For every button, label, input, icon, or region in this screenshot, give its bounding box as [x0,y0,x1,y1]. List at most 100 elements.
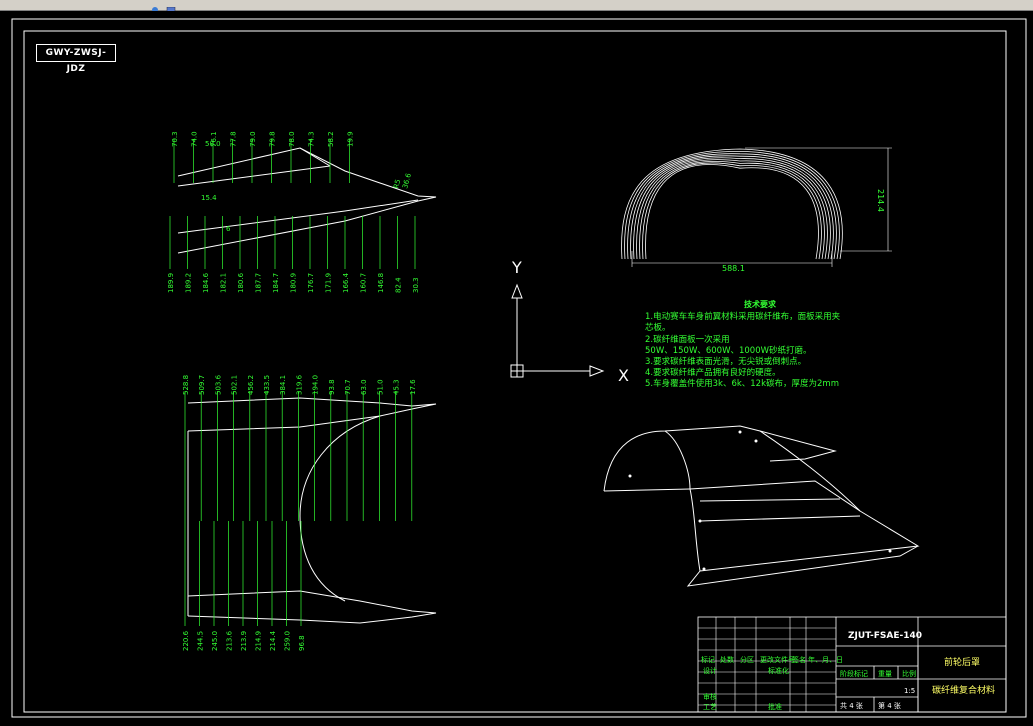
tech-req-heading: 技术要求 [744,300,776,309]
tb-header-5: 年、月、日 [808,655,843,664]
side-bottom-label: 184.7 [272,273,280,293]
drawing-canvas[interactable]: 70.3 74.0 76.1 77.8 79.0 79.8 78.0 74.3 58.2 19.9… [0,11,1033,722]
side-top-label: 58.2 [327,131,335,147]
plan-bottom-label: 213.9 [240,631,248,651]
tech-req-line: 1.电动赛车车身前翼材料采用碳纤维布，面板采用夹 [645,312,841,323]
side-bottom-label: 176.7 [307,273,315,293]
plan-bottom-labels: 220.6 244.5 245.0 213.6 213.9 214.9 214.4 259.0… [182,630,306,651]
side-bottom-label: 160.7 [360,273,368,293]
side-bottom-label: 180.6 [237,272,245,293]
plan-top-label: 319.6 [295,374,303,395]
plan-top-label: 503.6 [214,374,222,395]
side-top-label: 78.0 [288,131,296,147]
plan-bottom-label: 214.9 [255,631,263,651]
tb-header-2: 分区 [740,655,754,664]
tb-sheet-no: 第 4 张 [878,701,901,710]
side-top-label: 70.3 [171,131,179,147]
side-top-label: 19.9 [347,131,355,147]
front-width-label: 588.1 [722,264,745,273]
plan-bottom-label: 96.8 [298,635,306,651]
plan-top-label: 45.3 [393,379,401,395]
isometric-view [603,425,920,587]
side-bottom-label: 180.9 [290,273,298,293]
plan-bottom-label: 259.0 [284,631,292,651]
side-bottom-label: 184.6 [202,272,210,293]
side-top-label: 74.0 [191,131,199,147]
title-block-text: ZJUT-FSAE-140 前轮后罩 碳纤维复合材料 阶段标记 重量 比例 1:… [701,631,995,711]
technical-requirements: 技术要求 1.电动赛车车身前翼材料采用碳纤维布，面板采用夹 芯板。 2.碳纤维面… [645,299,875,391]
tech-req-line: 2.碳纤维面板一次采用 [645,334,730,345]
drawing-sheet: 70.3 74.0 76.1 77.8 79.0 79.8 78.0 74.3 58.2 19.9… [11,18,1027,718]
side-top-labels: 70.3 74.0 76.1 77.8 79.0 79.8 78.0 74.3 58.2 19.9 [171,131,355,147]
arch-contour [630,155,834,260]
front-height-label: 214.4 [876,189,885,212]
side-profile-dim-lines [169,139,416,269]
arch-contour [621,148,843,260]
tb-role-process: 工艺 [703,703,717,711]
plan-bottom-label: 245.0 [211,631,219,651]
plan-top-label: 502.1 [231,375,239,395]
side-bottom-label: 146.8 [377,273,385,293]
tech-req-line: 50W、150W、600W、1000W砂纸打磨。 [645,345,812,356]
tb-sheets-total: 共 4 张 [840,701,863,710]
side-bottom-label: 182.1 [220,273,228,293]
side-bottom-label: 166.4 [342,272,350,293]
arch-contour [639,161,825,260]
arch-contour [636,159,828,260]
plan-bottom-label: 220.6 [182,630,190,651]
tb-scale: 1:5 [904,687,915,695]
tech-req-line: 4.要求碳纤维产品拥有良好的硬度。 [645,368,781,379]
plan-profile [187,397,437,624]
side-bottom-label: 171.9 [325,273,333,293]
dim-15-4: 15.4 [201,194,217,202]
drawing-number: ZJUT-FSAE-140 [848,631,922,641]
dim-36-6: 36.6 [401,172,413,190]
tb-header-4: 签名 [792,655,806,664]
plan-top-label: 384.1 [279,375,287,395]
side-bottom-labels: 189.9 189.2 184.6 182.1 180.6 187.7 184.7 180.9… [167,272,420,293]
side-top-label: 74.3 [308,131,316,147]
tb-role-std: 标准化 [768,666,789,675]
side-bottom-label: 189.2 [185,273,193,293]
plan-bottom-label: 244.5 [197,631,205,651]
plan-top-labels: 528.8 509.7 503.6 502.1 456.2 433.5 384.1 319.6… [182,374,417,395]
plan-top-label: 433.5 [263,375,271,395]
side-top-label: 79.0 [249,131,257,147]
tb-role-design: 设计 [703,666,717,675]
plan-bottom-label: 213.6 [226,630,234,651]
drawing-code-tag: GWY-ZWSJ-JDZ [36,44,116,74]
plan-top-label: 17.6 [409,379,417,395]
dim-6: 6 [226,225,231,233]
part-name: 前轮后罩 [944,656,980,668]
arch-contour [624,150,840,260]
tb-weight: 重量 [878,670,892,678]
tech-req-line: 芯板。 [645,323,671,334]
tb-role-check: 审核 [703,692,717,701]
toolbar-tool-icon[interactable] [150,0,162,13]
title-block-grid [698,617,836,712]
axis-x-label: X [618,366,629,385]
side-bottom-label: 82.4 [395,277,403,293]
side-bottom-label: 189.9 [167,273,175,293]
side-top-label: 77.8 [230,131,238,147]
toolbar-strip [0,0,1033,15]
plan-top-label: 63.0 [360,379,368,395]
tb-stage-mark: 阶段标记 [840,669,868,678]
side-top-label: 79.8 [269,131,277,147]
tech-req-line: 3.要求碳纤维表面光滑，无尖锐或倒刺点。 [645,357,807,368]
side-bottom-label: 187.7 [255,273,263,293]
arch-contour [645,164,819,260]
plan-top-label: 528.8 [182,375,190,395]
plan-top-label: 456.2 [247,375,255,395]
tb-role-approve: 批准 [768,702,782,711]
toolbar-cube-icon[interactable] [166,0,178,15]
axis-y-label: Y [511,258,522,277]
ucs-axis-icon [510,283,605,378]
plan-top-label: 509.7 [198,375,206,395]
material: 碳纤维复合材料 [932,684,995,696]
arch-contour [633,157,831,260]
side-bottom-label: 30.3 [412,277,420,293]
tb-header-3: 更改文件号 [760,655,795,664]
dim-50: 50.0 [205,140,221,148]
plan-top-label: 93.8 [328,379,336,395]
